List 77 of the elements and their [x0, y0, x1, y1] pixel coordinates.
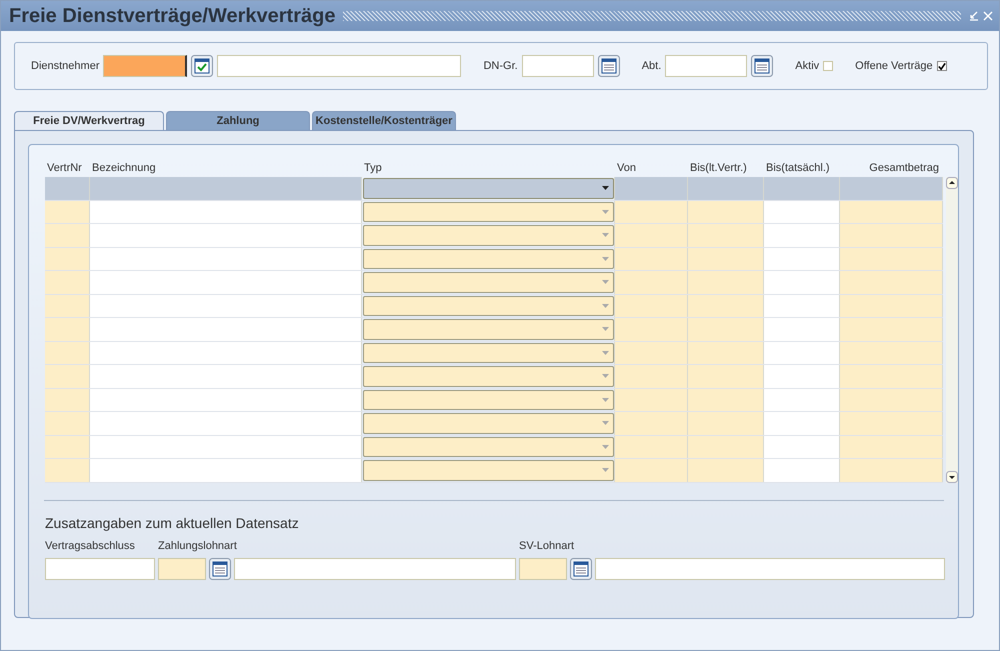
type-dropdown[interactable]: [363, 296, 614, 316]
checkbox-label: Aktiv: [795, 60, 820, 72]
type-dropdown[interactable]: [363, 272, 614, 292]
dropdown-arrow-icon: [602, 444, 609, 449]
type-dropdown[interactable]: [363, 390, 614, 410]
field-label: Vertragsabschluss: [45, 540, 136, 552]
type-dropdown[interactable]: [363, 342, 614, 363]
contract-date-field[interactable]: [45, 558, 155, 580]
tab[interactable]: Zahlung: [166, 111, 310, 130]
field-label: SV-Lohnart: [519, 540, 576, 552]
column-header: Bis(lt.Vertr.): [689, 162, 748, 174]
group-field[interactable]: [522, 55, 594, 77]
department-field[interactable]: [665, 55, 748, 77]
dropdown-arrow-icon: [602, 398, 609, 402]
field-label: Abt.: [642, 60, 662, 72]
table-row[interactable]: [45, 248, 943, 271]
employee-number-field[interactable]: [103, 55, 188, 77]
payment-type-name-field[interactable]: [234, 558, 516, 580]
type-dropdown[interactable]: [363, 413, 614, 434]
type-dropdown[interactable]: [363, 366, 614, 386]
scrollbar[interactable]: [946, 177, 958, 482]
dropdown-arrow-icon: [602, 186, 609, 190]
column-header: Bezeichnung: [91, 162, 157, 174]
table-row[interactable]: [45, 436, 943, 459]
dropdown-arrow-icon: [602, 210, 609, 214]
scroll-up-icon[interactable]: [946, 177, 958, 189]
column-header: VertrNr: [46, 162, 83, 174]
tab[interactable]: Freie DV/Werkvertrag: [14, 111, 164, 130]
table-row[interactable]: [45, 294, 943, 318]
dropdown-arrow-icon: [602, 350, 609, 355]
dropdown-arrow-icon: [602, 233, 609, 238]
list-icon[interactable]: [751, 55, 774, 77]
employee-name-field[interactable]: [217, 55, 462, 77]
dropdown-arrow-icon: [602, 374, 609, 378]
list-icon[interactable]: [209, 558, 231, 580]
table-row[interactable]: [45, 224, 943, 248]
calendar-check-icon[interactable]: [191, 55, 214, 77]
type-dropdown[interactable]: [363, 319, 614, 340]
checkbox[interactable]: [936, 61, 947, 71]
table-row[interactable]: [45, 342, 943, 365]
column-header: Typ: [363, 162, 383, 174]
minimize-icon[interactable]: [969, 11, 979, 21]
table-row[interactable]: [45, 318, 943, 342]
sv-type-code-field[interactable]: [519, 558, 567, 580]
table-row[interactable]: [45, 388, 943, 412]
dropdown-arrow-icon: [602, 256, 609, 261]
list-icon[interactable]: [598, 55, 620, 77]
table-row[interactable]: [45, 200, 943, 224]
field-label: Dienstnehmer: [31, 60, 100, 72]
section-heading: Zusatzangaben zum aktuellen Datensatz: [45, 514, 300, 530]
type-dropdown[interactable]: [363, 178, 614, 198]
window-title: Freie Dienstverträge/Werkverträge: [9, 4, 336, 28]
dropdown-arrow-icon: [602, 304, 609, 308]
column-header: Bis(tatsächl.): [765, 162, 831, 174]
list-icon[interactable]: [570, 558, 592, 580]
dropdown-arrow-icon: [602, 468, 609, 472]
table-row[interactable]: [45, 365, 943, 388]
sv-type-name-field[interactable]: [595, 558, 945, 580]
checkbox-label: Offene Verträge: [855, 60, 933, 72]
type-dropdown[interactable]: [363, 436, 614, 457]
type-dropdown[interactable]: [363, 225, 614, 246]
scroll-down-icon[interactable]: [946, 470, 958, 482]
close-icon[interactable]: [983, 11, 993, 21]
field-label: DN-Gr.: [483, 60, 518, 72]
payment-type-code-field[interactable]: [158, 558, 206, 580]
column-header: Von: [616, 162, 637, 174]
table-row[interactable]: [45, 412, 943, 436]
type-dropdown[interactable]: [363, 202, 614, 222]
dropdown-arrow-icon: [602, 327, 609, 332]
type-dropdown[interactable]: [363, 248, 614, 269]
table-row[interactable]: [45, 271, 943, 294]
tab[interactable]: Kostenstelle/Kostenträger: [312, 111, 456, 130]
field-label: Zahlungslohnart: [158, 540, 238, 552]
column-header: Gesamtbetrag: [868, 162, 940, 174]
type-dropdown[interactable]: [363, 460, 614, 480]
dropdown-arrow-icon: [602, 280, 609, 284]
dropdown-arrow-icon: [602, 421, 609, 426]
